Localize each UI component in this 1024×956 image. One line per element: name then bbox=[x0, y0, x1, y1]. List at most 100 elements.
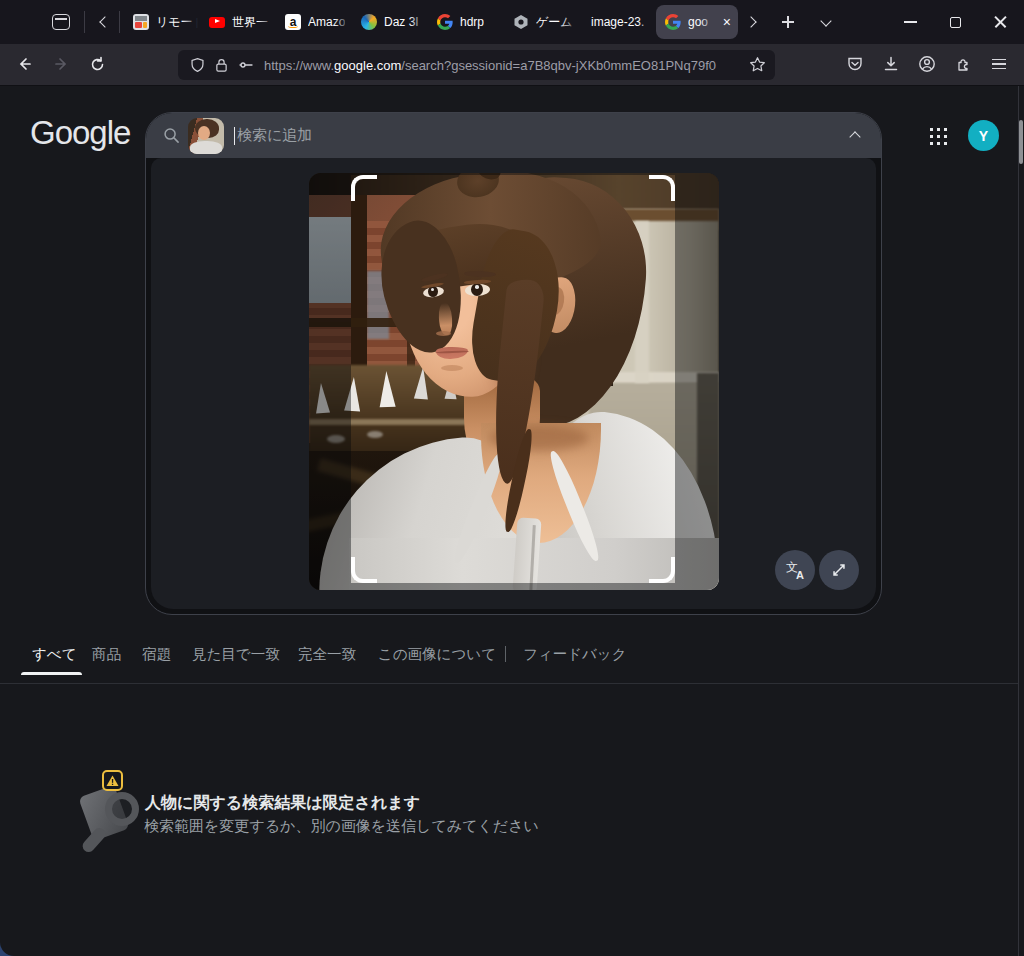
firefox-view-button[interactable] bbox=[47, 8, 75, 36]
crop-dim-top bbox=[351, 173, 675, 175]
youtube-icon bbox=[209, 14, 225, 30]
google-icon bbox=[437, 14, 453, 30]
filter-tab-exact-matches[interactable]: 完全一致 bbox=[298, 645, 356, 664]
minimize-icon bbox=[904, 21, 917, 23]
crop-dim-left bbox=[309, 173, 351, 590]
scene-glint-right bbox=[475, 285, 479, 289]
translate-button[interactable]: 文 A bbox=[775, 550, 815, 590]
navigation-toolbar: https://www.google.com/search?gsessionid… bbox=[0, 44, 1024, 86]
tab-label: image-23. bbox=[591, 15, 644, 29]
close-icon bbox=[994, 16, 1007, 29]
apps-grid-icon bbox=[928, 126, 948, 146]
scrollbar-track[interactable] bbox=[1018, 86, 1019, 956]
pocket-button[interactable] bbox=[838, 47, 872, 81]
puzzle-icon bbox=[954, 55, 972, 73]
lock-icon bbox=[215, 57, 228, 73]
chevron-down-icon bbox=[820, 15, 831, 26]
filter-divider bbox=[505, 646, 506, 662]
translate-icon: 文 A bbox=[786, 561, 804, 579]
page-content: Google 検索に追加 bbox=[0, 86, 1024, 956]
amazon-icon: a bbox=[285, 14, 301, 30]
warning-triangle-icon bbox=[106, 775, 119, 787]
back-icon bbox=[16, 55, 34, 73]
remote-desktop-icon bbox=[133, 14, 149, 30]
account-icon bbox=[918, 55, 936, 73]
window-minimize-button[interactable] bbox=[888, 0, 932, 44]
results-divider bbox=[0, 683, 1018, 684]
forward-icon bbox=[52, 55, 70, 73]
filter-tab-about-image[interactable]: この画像について bbox=[378, 645, 496, 664]
notice-subtitle: 検索範囲を変更するか、別の画像を送信してみてください bbox=[144, 817, 539, 836]
address-bar[interactable]: https://www.google.com/search?gsessionid… bbox=[178, 50, 775, 80]
lens-panel: 検索に追加 bbox=[145, 112, 882, 615]
tab-close-icon[interactable]: × bbox=[723, 14, 731, 30]
scrollbar-thumb[interactable] bbox=[1019, 120, 1023, 164]
chevron-up-icon bbox=[849, 131, 860, 142]
collapse-button[interactable] bbox=[851, 129, 859, 141]
window-close-button[interactable] bbox=[978, 0, 1022, 44]
hamburger-menu-icon bbox=[992, 56, 1006, 73]
active-filter-underline bbox=[21, 672, 82, 675]
magnifier-ring bbox=[105, 792, 139, 826]
firefox-view-icon bbox=[52, 14, 70, 30]
expand-image-button[interactable] bbox=[819, 550, 859, 590]
browser-tab-image[interactable]: image-23. bbox=[580, 5, 654, 39]
scroll-tabs-left-button[interactable] bbox=[89, 8, 117, 36]
forward-button[interactable] bbox=[44, 47, 78, 81]
google-icon bbox=[665, 14, 681, 30]
browser-tab-amazon[interactable]: a Amazo bbox=[276, 5, 350, 39]
crop-handle-bottom-left[interactable] bbox=[351, 557, 377, 583]
crop-handle-top-left[interactable] bbox=[351, 175, 377, 201]
download-icon bbox=[882, 55, 900, 73]
browser-tab-hdrp[interactable]: hdrp bbox=[428, 5, 502, 39]
tab-bar: リモート 世界一 a Amazo Daz 3I bbox=[0, 0, 1024, 44]
notice-icon bbox=[75, 770, 155, 870]
scene-glint-left bbox=[431, 288, 434, 291]
url-text: https://www.google.com/search?gsessionid… bbox=[264, 58, 732, 73]
filter-tab-all[interactable]: すべて bbox=[32, 645, 77, 664]
scene-plate bbox=[367, 431, 383, 438]
scene-nostril bbox=[436, 331, 451, 336]
filter-tab-visual-matches[interactable]: 見た目で一致 bbox=[192, 645, 280, 664]
account-button[interactable] bbox=[910, 47, 944, 81]
crop-handle-top-right[interactable] bbox=[649, 175, 675, 201]
avatar[interactable]: Y bbox=[968, 120, 999, 151]
window-maximize-button[interactable] bbox=[933, 0, 977, 44]
menu-button[interactable] bbox=[982, 47, 1016, 81]
extensions-button[interactable] bbox=[946, 47, 980, 81]
downloads-button[interactable] bbox=[874, 47, 908, 81]
query-image-thumbnail[interactable] bbox=[188, 118, 224, 154]
notice-title: 人物に関する検索結果は限定されます bbox=[145, 793, 420, 814]
browser-tab-game[interactable]: ゲーム bbox=[504, 5, 578, 39]
search-placeholder: 検索に追加 bbox=[237, 126, 312, 145]
browser-tab-daz[interactable]: Daz 3I bbox=[352, 5, 426, 39]
filter-tab-homework[interactable]: 宿題 bbox=[142, 645, 171, 664]
tracking-protection-shield-icon bbox=[190, 57, 205, 73]
feedback-link[interactable]: フィードバック bbox=[523, 645, 627, 664]
pocket-icon bbox=[846, 55, 864, 73]
new-tab-button[interactable] bbox=[774, 8, 802, 36]
browser-window: リモート 世界一 a Amazo Daz 3I bbox=[0, 0, 1024, 956]
bookmark-star-icon[interactable] bbox=[749, 56, 766, 73]
search-icon bbox=[163, 127, 180, 144]
browser-tab-remote[interactable]: リモート bbox=[124, 5, 198, 39]
browser-tab-youtube[interactable]: 世界一 bbox=[200, 5, 274, 39]
warning-badge bbox=[102, 770, 123, 791]
back-button[interactable] bbox=[8, 47, 42, 81]
crop-handle-bottom-right[interactable] bbox=[649, 557, 675, 583]
uploaded-image-preview[interactable] bbox=[309, 173, 719, 590]
text-cursor bbox=[234, 127, 235, 145]
scene-placket bbox=[512, 517, 541, 590]
filter-tab-products[interactable]: 商品 bbox=[92, 645, 121, 664]
reload-icon bbox=[89, 56, 106, 73]
permissions-icon bbox=[238, 57, 254, 73]
reload-button[interactable] bbox=[80, 47, 114, 81]
apps-grid-button[interactable] bbox=[928, 126, 948, 146]
browser-tab-google-active[interactable]: goo × bbox=[656, 5, 738, 39]
list-all-tabs-button[interactable] bbox=[812, 8, 840, 36]
google-logo: Google bbox=[30, 114, 130, 152]
expand-icon bbox=[830, 561, 848, 579]
search-bar[interactable]: 検索に追加 bbox=[146, 113, 881, 158]
scene-chin-crease bbox=[441, 365, 463, 371]
scroll-tabs-right-button[interactable] bbox=[738, 8, 766, 36]
